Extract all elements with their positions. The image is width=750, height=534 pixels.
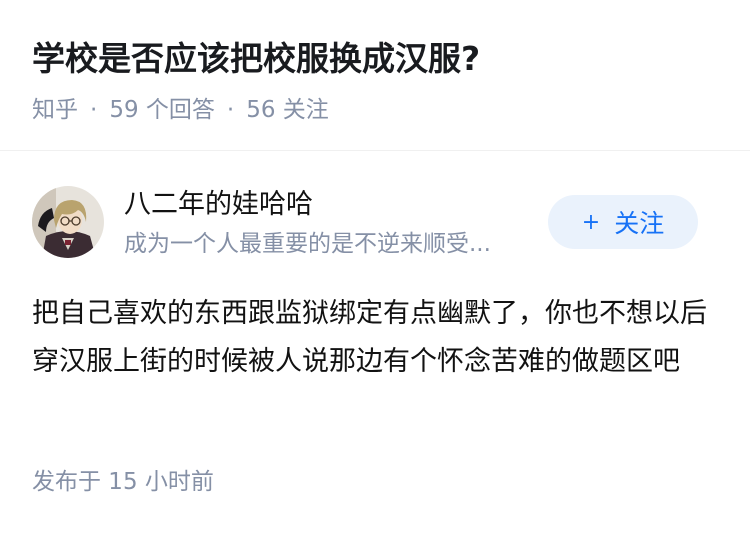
author-name[interactable]: 八二年的娃哈哈 xyxy=(124,186,313,224)
follow-button[interactable]: + 关注 xyxy=(548,195,698,249)
source-label: 知乎 xyxy=(32,97,78,123)
publish-time: 发布于 15 小时前 xyxy=(32,469,214,495)
plus-icon: + xyxy=(581,209,601,235)
meta-separator: · xyxy=(226,97,235,123)
answer-page: 学校是否应该把校服换成汉服? 知乎 · 59 个回答 · 56 关注 八二年的娃哈哈 成… xyxy=(0,0,750,534)
question-meta: 知乎 · 59 个回答 · 56 关注 xyxy=(32,94,329,126)
follow-label: 关注 xyxy=(614,209,665,238)
question-header: 学校是否应该把校服换成汉服? 知乎 · 59 个回答 · 56 关注 xyxy=(0,0,750,151)
follower-count[interactable]: 56 关注 xyxy=(246,97,329,123)
author-bio: 成为一个人最重要的是不逆来顺受... xyxy=(124,231,491,257)
avatar-image xyxy=(32,186,104,258)
meta-separator: · xyxy=(90,97,98,123)
question-title[interactable]: 学校是否应该把校服换成汉服? xyxy=(32,36,480,82)
avatar[interactable] xyxy=(32,186,104,258)
answer-content: 把自己喜欢的东西跟监狱绑定有点幽默了，你也不想以后穿汉服上街的时候被人说那边有个… xyxy=(32,298,707,377)
answer-count[interactable]: 59 个回答 xyxy=(109,97,215,123)
